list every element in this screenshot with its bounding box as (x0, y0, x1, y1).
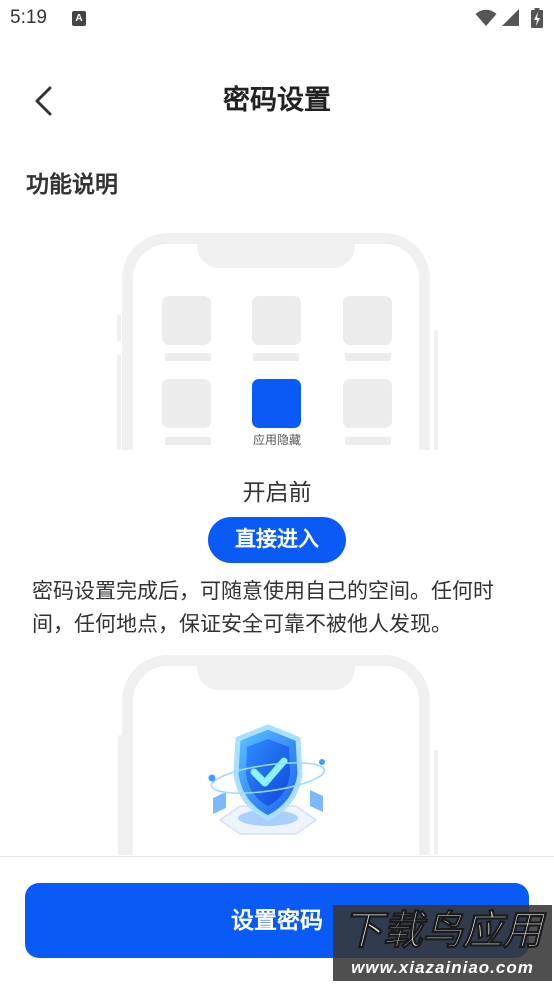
app-tile-placeholder (252, 296, 301, 345)
watermark-url: www.xiazainiao.com (351, 958, 534, 977)
page-title: 密码设置 (223, 85, 331, 115)
app-label-placeholder (165, 437, 211, 445)
section-title: 功能说明 (26, 171, 118, 197)
watermark: 下载鸟应用 www.xiazainiao.com (333, 905, 552, 981)
phone-side-button (117, 315, 121, 341)
phone-illustration-before: 应用隐藏 (110, 233, 450, 450)
hidden-app-tile (252, 379, 301, 428)
app-tile-placeholder (162, 379, 211, 428)
wifi-icon (475, 9, 497, 26)
app-tile-placeholder (343, 296, 392, 345)
app-label-placeholder (165, 353, 211, 361)
shield-check-icon (208, 724, 326, 835)
phone-notch (197, 655, 355, 690)
illustration-caption: 开启前 (242, 479, 312, 505)
phone-notch (197, 233, 355, 268)
app-label-placeholder (345, 437, 391, 445)
watermark-brand: 下载鸟应用 (342, 909, 543, 954)
battery-charging-icon (531, 8, 543, 28)
footer-divider (0, 856, 554, 857)
enter-directly-button[interactable]: 直接进入 (208, 517, 346, 563)
phone-side-button (434, 330, 438, 450)
hidden-app-label: 应用隐藏 (252, 433, 301, 447)
phone-side-button (117, 355, 121, 450)
phone-side-button (434, 750, 438, 855)
app-label-placeholder (253, 353, 299, 361)
app-tile-placeholder (343, 379, 392, 428)
app-label-placeholder (345, 353, 391, 361)
phone-illustration-after (110, 655, 450, 855)
app-tile-placeholder (162, 296, 211, 345)
notification-badge-icon: A (72, 11, 86, 26)
status-time: 5:19 (10, 7, 47, 28)
feature-description: 密码设置完成后，可随意使用自己的空间。任何时间，任何地点，保证安全可靠不被他人发… (32, 580, 494, 636)
signal-icon (502, 9, 519, 26)
